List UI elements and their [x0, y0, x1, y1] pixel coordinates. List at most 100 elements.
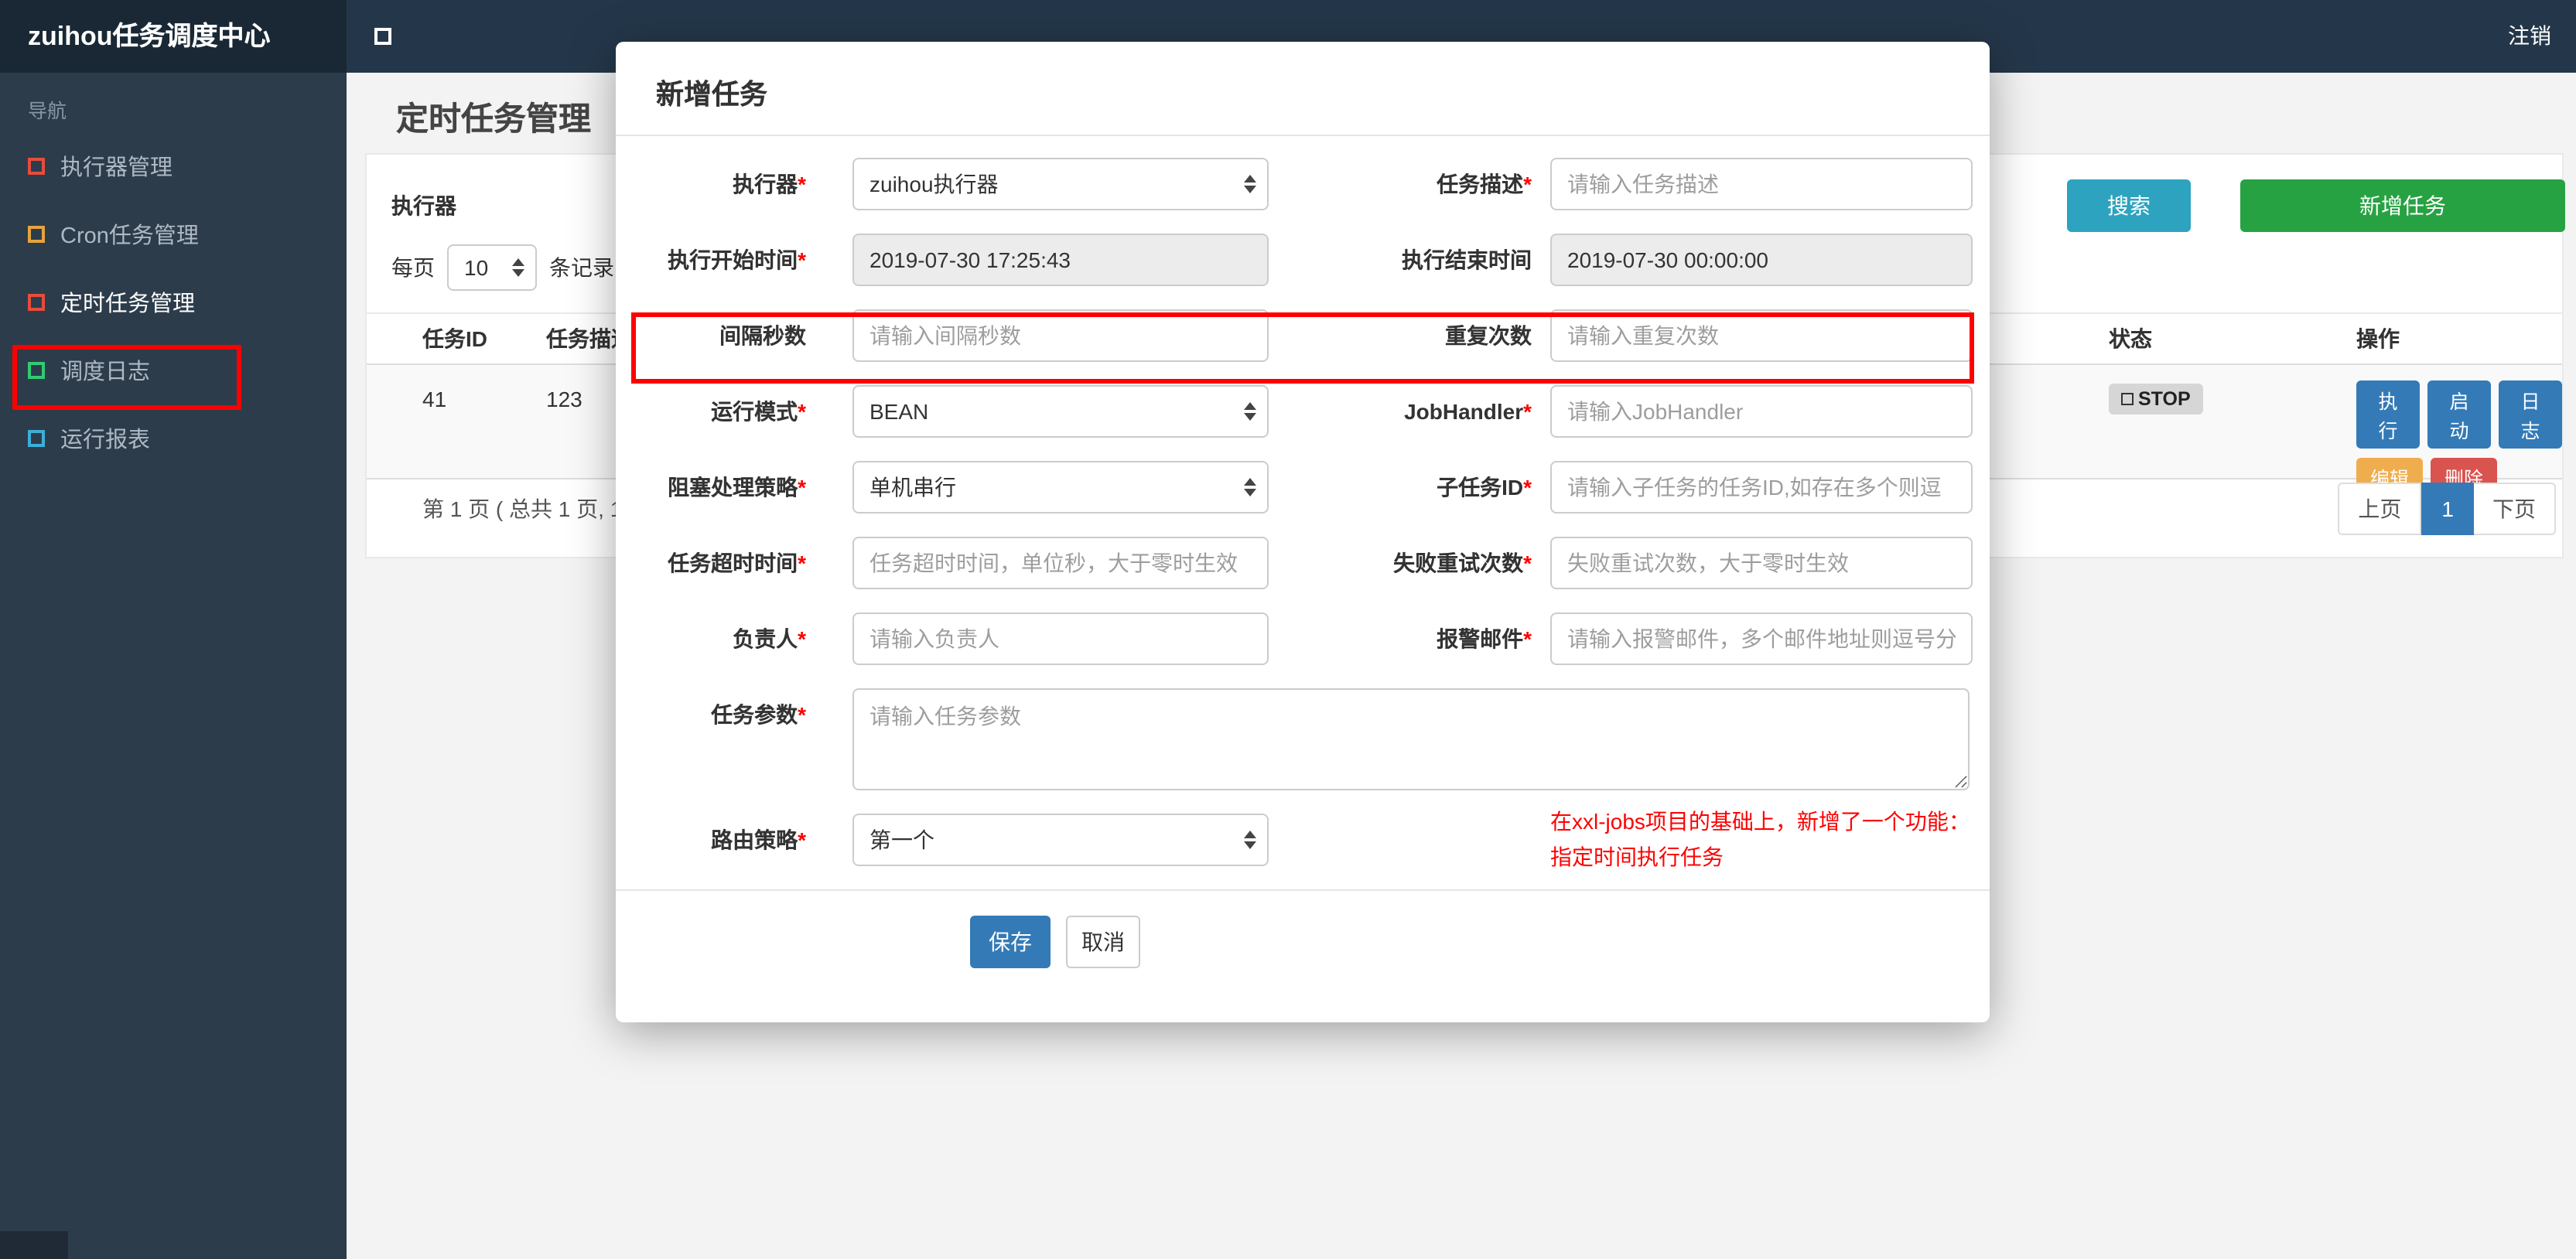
select-value: 第一个: [869, 827, 934, 852]
field-label: 执行结束时间: [1402, 247, 1532, 272]
feature-note: 在xxl-jobs项目的基础上，新增了一个功能： 指定时间执行任务: [1550, 804, 1990, 875]
sidebar-item-label: 调度日志: [60, 360, 150, 384]
form-row: 任务超时时间* 失败重试次数*: [616, 537, 1990, 589]
owner-input[interactable]: [852, 612, 1269, 665]
alarm-email-input[interactable]: [1550, 612, 1973, 665]
sidebar-item-executor-manage[interactable]: 执行器管理: [0, 131, 347, 200]
logout-link[interactable]: 注销: [2508, 0, 2551, 73]
block-strategy-select[interactable]: 单机串行: [852, 461, 1269, 513]
modal-title: 新增任务: [616, 42, 1990, 136]
form-row: 任务参数*: [616, 688, 1990, 790]
end-time-input[interactable]: [1550, 234, 1973, 286]
required-mark: *: [1523, 551, 1532, 575]
prev-page-button[interactable]: 上页: [2338, 483, 2422, 535]
form-row: 执行器* zuihou执行器 任务描述*: [616, 158, 1990, 210]
feature-note-line1: 在xxl-jobs项目的基础上，新增了一个功能：: [1550, 809, 1970, 834]
executor-select[interactable]: zuihou执行器: [852, 158, 1269, 210]
sidebar-item-label: 运行报表: [60, 428, 150, 452]
page-number-button[interactable]: 1: [2421, 483, 2474, 535]
log-button[interactable]: 日志: [2499, 380, 2562, 449]
start-time-input[interactable]: [852, 234, 1269, 286]
per-page-suffix: 条记录: [549, 255, 614, 280]
per-page-control: 每页 10 条记录: [391, 244, 614, 291]
per-page-prefix: 每页: [391, 255, 435, 280]
menu-square-icon: [28, 293, 45, 310]
modal-form: 执行器* zuihou执行器 任务描述* 执行开始时间* 执行结束时间: [616, 136, 1990, 968]
select-value: zuihou执行器: [869, 172, 999, 196]
required-mark: *: [798, 475, 806, 500]
add-task-modal: 新增任务 执行器* zuihou执行器 任务描述* 执行开始时间* 执: [616, 42, 1990, 1022]
select-arrows-icon: [1244, 478, 1256, 496]
form-row: 间隔秒数 重复次数: [616, 309, 1990, 362]
jobhandler-input[interactable]: [1550, 385, 1973, 438]
timeout-input[interactable]: [852, 537, 1269, 589]
search-button[interactable]: 搜索: [2067, 179, 2191, 232]
required-mark: *: [798, 172, 806, 196]
job-param-textarea[interactable]: [852, 688, 1970, 790]
form-row: 路由策略* 第一个 在xxl-jobs项目的基础上，新增了一个功能： 指定时间执…: [616, 809, 1990, 869]
field-label: 失败重试次数*: [1393, 551, 1532, 575]
select-arrows-icon: [1244, 175, 1256, 193]
required-mark: *: [798, 399, 806, 424]
run-mode-select[interactable]: BEAN: [852, 385, 1269, 438]
status-square-icon: [2121, 393, 2134, 405]
sidebar: 导航 执行器管理 Cron任务管理 定时任务管理 调度日志 运行报表: [0, 73, 347, 1259]
menu-square-icon: [28, 157, 45, 174]
modal-divider: [616, 889, 1990, 891]
pagination-summary: 第 1 页 ( 总共 1 页, 1: [422, 496, 623, 521]
route-strategy-select[interactable]: 第一个: [852, 814, 1269, 866]
cell-status: STOP: [2109, 365, 2356, 415]
field-label: 执行开始时间*: [668, 247, 806, 272]
required-mark: *: [798, 702, 806, 727]
cancel-button[interactable]: 取消: [1066, 916, 1140, 968]
sidebar-collapse-icon[interactable]: [374, 28, 391, 45]
field-label: 重复次数: [1445, 323, 1532, 348]
sidebar-item-cron-task[interactable]: Cron任务管理: [0, 200, 347, 268]
next-page-button[interactable]: 下页: [2474, 483, 2556, 535]
field-label: 执行器*: [733, 172, 806, 196]
field-label: 间隔秒数: [719, 323, 806, 348]
add-task-button[interactable]: 新增任务: [2240, 179, 2565, 232]
modal-footer: 保存 取消: [970, 916, 1990, 968]
start-button[interactable]: 启动: [2427, 380, 2491, 449]
select-arrows-icon: [512, 258, 524, 277]
field-label: 阻塞处理策略*: [668, 475, 806, 500]
select-arrows-icon: [1244, 402, 1256, 421]
required-mark: *: [1523, 475, 1532, 500]
field-label: 负责人*: [733, 626, 806, 651]
sidebar-item-timed-task[interactable]: 定时任务管理: [0, 268, 347, 336]
per-page-select[interactable]: 10: [447, 244, 537, 291]
sidebar-item-label: Cron任务管理: [60, 223, 199, 248]
page-title: 定时任务管理: [396, 102, 591, 138]
job-desc-input[interactable]: [1550, 158, 1973, 210]
form-row: 阻塞处理策略* 单机串行 子任务ID*: [616, 461, 1990, 513]
sidebar-item-run-report[interactable]: 运行报表: [0, 404, 347, 472]
repeat-count-input[interactable]: [1550, 309, 1973, 362]
sidebar-item-label: 执行器管理: [60, 155, 173, 180]
required-mark: *: [1523, 172, 1532, 196]
child-job-id-input[interactable]: [1550, 461, 1973, 513]
cell-task-id: 41: [422, 387, 447, 411]
col-header-status: 状态: [2109, 326, 2152, 351]
select-arrows-icon: [1244, 831, 1256, 849]
pagination: 上页 1 下页: [2338, 483, 2556, 535]
sidebar-item-dispatch-log[interactable]: 调度日志: [0, 336, 347, 404]
field-label: 任务描述*: [1437, 172, 1532, 196]
brand-title: zuihou任务调度中心: [0, 0, 347, 73]
menu-square-icon: [28, 225, 45, 242]
col-header-task-id: 任务ID: [422, 326, 487, 351]
select-value: BEAN: [869, 399, 929, 424]
executor-filter-label: 执行器: [391, 193, 456, 218]
field-label: 报警邮件*: [1437, 626, 1532, 651]
retry-count-input[interactable]: [1550, 537, 1973, 589]
save-button[interactable]: 保存: [970, 916, 1051, 968]
run-button[interactable]: 执行: [2356, 380, 2420, 449]
sidebar-nav-label: 导航: [28, 101, 67, 122]
required-mark: *: [1523, 399, 1532, 424]
required-mark: *: [798, 827, 806, 852]
field-label: JobHandler*: [1404, 399, 1532, 424]
required-mark: *: [798, 551, 806, 575]
required-mark: *: [1523, 626, 1532, 651]
field-label: 子任务ID*: [1437, 475, 1532, 500]
interval-seconds-input[interactable]: [852, 309, 1269, 362]
